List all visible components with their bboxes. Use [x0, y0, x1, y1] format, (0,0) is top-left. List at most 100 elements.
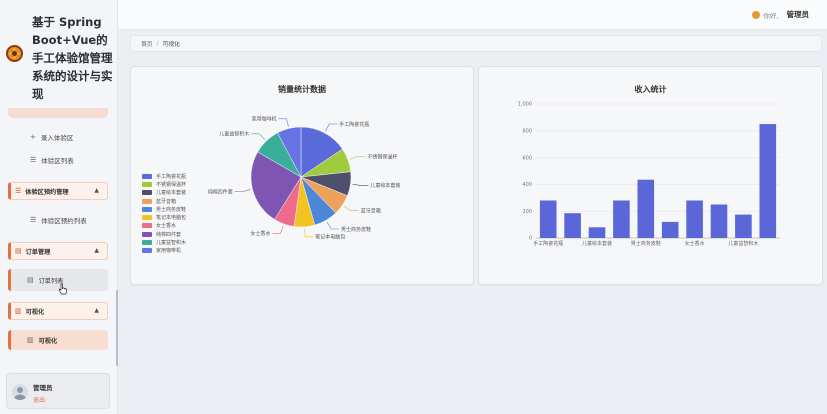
list-icon: ☰: [30, 156, 37, 164]
pie-slice-label: 纯棉四件套: [208, 188, 233, 195]
bar[interactable]: [735, 214, 752, 238]
logout-link[interactable]: 退出: [33, 395, 45, 404]
pie-label-line: [352, 183, 369, 186]
bar[interactable]: [759, 124, 777, 238]
legend-swatch: [142, 190, 152, 196]
legend-item[interactable]: 家用咖啡机: [142, 247, 186, 255]
legend-swatch: [142, 173, 152, 179]
pie-label-line: [326, 221, 339, 230]
legend-item[interactable]: 女士香水: [142, 222, 186, 230]
legend-item[interactable]: 儿童益智积木: [142, 238, 186, 246]
legend-label: 儿童绘本套装: [156, 190, 187, 197]
pie-label-line: [251, 133, 266, 140]
legend-label: 家用咖啡机: [156, 248, 182, 255]
legend-swatch: [142, 231, 152, 237]
bar[interactable]: [588, 227, 606, 238]
bar-chart: 0 200 400 600 800 1,000 手工陶瓷花瓶 儿童绘本套装 男士商务皮鞋 女士香水…: [518, 102, 780, 247]
legend-swatch: [142, 215, 152, 221]
menu-group-visualization[interactable]: ▥ 可视化 ▲: [8, 302, 108, 320]
y-tick-label: 0: [529, 236, 532, 242]
pie-slice-label: 笔记本电脑包: [315, 234, 345, 241]
pie-slice-label: 家用咖啡机: [251, 116, 276, 123]
sidebar-item-reservation-list[interactable]: ☰ 体验区预约列表: [8, 209, 108, 231]
x-tick-label: 女士香水: [685, 240, 705, 247]
header-username: 管理员: [786, 10, 810, 19]
sidebar-item-label: 录入体验区: [40, 134, 74, 142]
pie-label-line: [343, 205, 359, 211]
bar[interactable]: [661, 221, 679, 238]
top-header: 你好, 管理员: [118, 0, 827, 30]
legend-item[interactable]: 儿童绘本套装: [142, 189, 186, 197]
user-name: 管理员: [33, 384, 53, 392]
brand-title: 基于 Spring Boot+Vue的手工体验馆管理系统的设计与实现: [32, 15, 113, 101]
legend-label: 笔记本电脑包: [156, 215, 187, 222]
legend-swatch: [142, 240, 152, 246]
pie-label-line: [325, 123, 338, 132]
bar[interactable]: [564, 213, 581, 238]
x-tick-label: 手工陶瓷花瓶: [533, 240, 563, 247]
sidebar-item-add-area[interactable]: + 录入体验区: [8, 126, 108, 148]
pie-slice-label: 蓝牙音箱: [361, 207, 381, 214]
bar[interactable]: [539, 200, 557, 239]
legend-label: 手工陶瓷花瓶: [156, 173, 187, 180]
pie-slice-label: 儿童绘本套装: [370, 182, 400, 189]
greeting-text: 你好,: [763, 11, 779, 20]
legend-swatch: [142, 223, 152, 229]
y-tick-label: 400: [522, 182, 532, 188]
chart-icon: ▥: [15, 307, 22, 315]
breadcrumb-current: 可视化: [162, 42, 180, 48]
x-tick-label: 儿童绘本套装: [582, 240, 612, 247]
breadcrumb-home[interactable]: 首页: [141, 39, 153, 48]
bar[interactable]: [710, 204, 728, 239]
chevron-up-icon: ▲: [94, 307, 99, 314]
legend-item[interactable]: 手工陶瓷花瓶: [142, 172, 186, 180]
hand-cursor-icon: [58, 283, 67, 295]
pie-label-line: [234, 189, 251, 192]
sidebar-item-area-list[interactable]: ☰ 体验区列表: [8, 149, 108, 171]
plus-icon: +: [30, 133, 36, 141]
sidebar-item-label: 体验区预约列表: [41, 217, 87, 225]
sidebar-item-visualization[interactable]: ▥ 可视化: [8, 330, 108, 350]
list-icon: ☰: [15, 187, 22, 195]
legend-item[interactable]: 蓝牙音箱: [142, 197, 186, 205]
y-tick-label: 1,000: [518, 102, 532, 108]
menu-group-orders[interactable]: ▤ 订单管理 ▲: [8, 242, 108, 260]
breadcrumb-separator: /: [156, 40, 159, 47]
legend-item[interactable]: 男士商务皮鞋: [142, 205, 186, 213]
legend-item[interactable]: 不锈钢保温杯: [142, 180, 186, 188]
x-tick-label: 儿童益智积木: [728, 240, 758, 247]
bar[interactable]: [637, 179, 655, 238]
menu-group-label: 体验区预约管理: [25, 188, 69, 196]
avatar: [12, 384, 28, 400]
sunflower-logo-icon: [6, 45, 23, 62]
pie-slice-label: 女士香水: [250, 230, 270, 237]
legend-swatch: [142, 206, 152, 212]
legend-swatch: [142, 181, 152, 187]
menu-group-collapsed-edge: [8, 108, 108, 118]
y-tick-label: 200: [522, 209, 532, 215]
legend-item[interactable]: 笔记本电脑包: [142, 213, 186, 221]
legend-label: 男士商务皮鞋: [156, 206, 187, 213]
sidebar-scrollbar[interactable]: [116, 290, 118, 366]
brand: 基于 Spring Boot+Vue的手工体验馆管理系统的设计与实现: [0, 0, 118, 105]
legend-label: 不锈钢保温杯: [156, 181, 187, 188]
pie-slice-label: 不锈钢保温杯: [367, 153, 397, 160]
pie-label-line: [278, 118, 289, 127]
chart-icon: ▥: [27, 336, 34, 344]
bar[interactable]: [613, 200, 630, 239]
chevron-up-icon: ▲: [94, 187, 99, 194]
y-tick-label: 800: [522, 129, 532, 135]
sidebar-item-label: 体验区列表: [41, 157, 74, 165]
bar[interactable]: [686, 200, 703, 239]
list-icon: ☰: [30, 216, 37, 224]
chevron-up-icon: ▲: [94, 247, 99, 254]
pie-legend: 手工陶瓷花瓶 不锈钢保温杯 儿童绘本套装 蓝牙音箱 男士商务皮鞋 笔记本电脑包 女士香水 纯棉…: [142, 172, 186, 255]
header-user[interactable]: 你好, 管理员: [752, 9, 809, 20]
legend-item[interactable]: 纯棉四件套: [142, 230, 186, 238]
pie-slice-label: 男士商务皮鞋: [341, 226, 371, 233]
menu-group-reservation[interactable]: ☰ 体验区预约管理 ▲: [8, 182, 108, 200]
legend-label: 儿童益智积木: [156, 240, 187, 247]
y-tick-label: 600: [522, 155, 532, 161]
document-icon: ▤: [27, 276, 34, 284]
menu-group-label: 可视化: [25, 308, 45, 316]
